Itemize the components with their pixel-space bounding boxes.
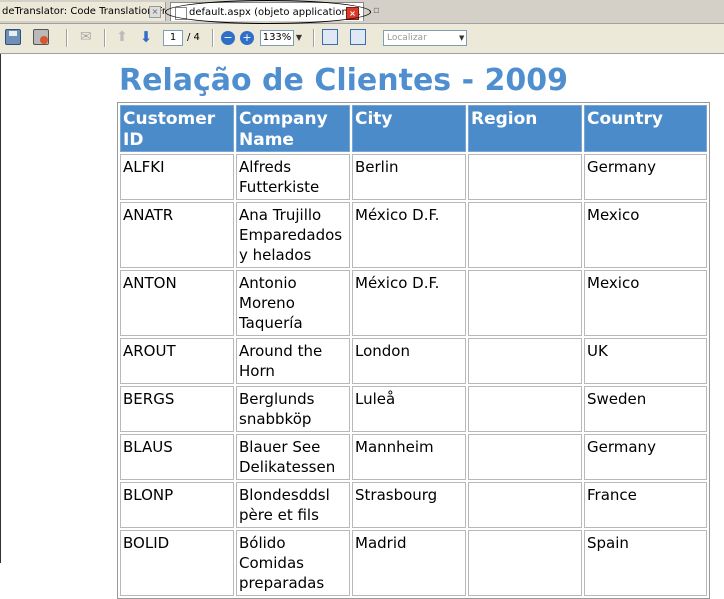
cell: Mannheim	[352, 434, 466, 480]
page-number-input[interactable]: 1	[163, 30, 183, 46]
column-header: Customer ID	[120, 105, 234, 152]
cell: London	[352, 338, 466, 384]
cell: Berglunds snabbköp	[236, 386, 350, 432]
cell	[468, 386, 582, 432]
cell: Mexico	[584, 202, 707, 268]
page-title: Relação de Clientes - 2009	[119, 63, 568, 98]
fit-width-icon[interactable]	[350, 29, 366, 45]
cell: Mexico	[584, 270, 707, 336]
cell: Germany	[584, 434, 707, 480]
find-input[interactable]: Localizar	[383, 30, 467, 46]
pdf-toolbar: ✉ ⬆ ⬇ 1 / 4 − + 133% ▼ Localizar ▼	[0, 24, 724, 54]
column-header: City	[352, 105, 466, 152]
table-row: BLAUS Blauer See Delikatessen Mannheim G…	[120, 434, 707, 480]
toolbar-separator	[104, 29, 106, 47]
column-header: Company Name	[236, 105, 350, 152]
cell	[468, 338, 582, 384]
cell: Spain	[584, 530, 707, 596]
customers-table: Customer ID Company Name City Region Cou…	[117, 102, 710, 599]
toolbar-separator	[66, 29, 68, 47]
cell: AROUT	[120, 338, 234, 384]
toolbar-separator	[212, 29, 214, 47]
cell: México D.F.	[352, 270, 466, 336]
cell: Luleå	[352, 386, 466, 432]
table-row: ANTON Antonio Moreno Taquería México D.F…	[120, 270, 707, 336]
report-page: Relação de Clientes - 2009 Customer ID C…	[117, 62, 710, 599]
cell: Antonio Moreno Taquería	[236, 270, 350, 336]
column-header: Country	[584, 105, 707, 152]
cell: Blauer See Delikatessen	[236, 434, 350, 480]
cell: México D.F.	[352, 202, 466, 268]
cell	[468, 434, 582, 480]
tab-detranslator[interactable]: deTranslator: Code Translation From... ×	[0, 2, 166, 21]
previous-page-icon[interactable]: ⬆	[114, 29, 130, 45]
cell: Germany	[584, 154, 707, 200]
close-icon[interactable]: ×	[346, 7, 359, 20]
cell	[468, 270, 582, 336]
cell: Madrid	[352, 530, 466, 596]
next-page-icon[interactable]: ⬇	[138, 29, 154, 45]
cell: Bólido Comidas preparadas	[236, 530, 350, 596]
zoom-input[interactable]: 133%	[260, 30, 294, 46]
table-row: ALFKI Alfreds Futterkiste Berlin Germany	[120, 154, 707, 200]
chevron-down-icon[interactable]: ▼	[294, 30, 304, 46]
toolbar-separator	[313, 29, 315, 47]
table-row: ANATR Ana Trujillo Emparedados y helados…	[120, 202, 707, 268]
cell: ALFKI	[120, 154, 234, 200]
tab-bar: deTranslator: Code Translation From... ×…	[0, 0, 724, 24]
close-icon[interactable]: ×	[149, 6, 161, 18]
tab-label: default.aspx (objeto application/...	[189, 7, 361, 18]
cell: Ana Trujillo Emparedados y helados	[236, 202, 350, 268]
fit-page-icon[interactable]	[322, 29, 338, 45]
cell: UK	[584, 338, 707, 384]
zoom-in-icon[interactable]: +	[240, 31, 254, 45]
tab-default-aspx[interactable]: default.aspx (objeto application/... ×	[170, 2, 364, 21]
cell: Blondesddsl père et fils	[236, 482, 350, 528]
cell: BLAUS	[120, 434, 234, 480]
cell: Around the Horn	[236, 338, 350, 384]
cell: BOLID	[120, 530, 234, 596]
new-tab-icon[interactable]: ▫	[373, 5, 380, 16]
email-icon[interactable]: ✉	[80, 29, 96, 45]
cell: Berlin	[352, 154, 466, 200]
cell: ANTON	[120, 270, 234, 336]
cell	[468, 530, 582, 596]
page-total: / 4	[187, 32, 200, 43]
table-row: AROUT Around the Horn London UK	[120, 338, 707, 384]
print-icon[interactable]	[33, 29, 49, 45]
chevron-down-icon[interactable]: ▼	[459, 30, 467, 46]
cell: ANATR	[120, 202, 234, 268]
cell: Sweden	[584, 386, 707, 432]
table-header-row: Customer ID Company Name City Region Cou…	[120, 105, 707, 152]
cell: Alfreds Futterkiste	[236, 154, 350, 200]
page-border	[0, 54, 1, 563]
table-row: BERGS Berglunds snabbköp Luleå Sweden	[120, 386, 707, 432]
cell	[468, 482, 582, 528]
table-row: BLONP Blondesddsl père et fils Strasbour…	[120, 482, 707, 528]
table-row: BOLID Bólido Comidas preparadas Madrid S…	[120, 530, 707, 596]
column-header: Region	[468, 105, 582, 152]
zoom-out-icon[interactable]: −	[221, 31, 235, 45]
cell: BERGS	[120, 386, 234, 432]
cell	[468, 202, 582, 268]
document-icon	[175, 7, 187, 20]
cell: Strasbourg	[352, 482, 466, 528]
cell: France	[584, 482, 707, 528]
save-icon[interactable]	[5, 29, 21, 45]
tab-label: deTranslator: Code Translation From...	[2, 6, 166, 17]
cell	[468, 154, 582, 200]
cell: BLONP	[120, 482, 234, 528]
